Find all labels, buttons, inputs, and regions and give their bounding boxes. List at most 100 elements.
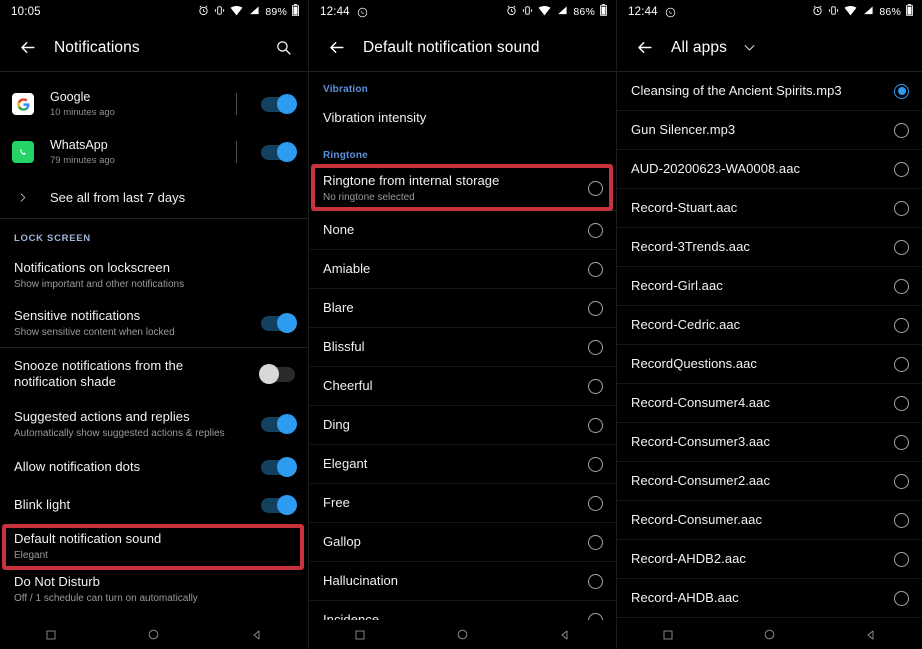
ringtone-row-blissful[interactable]: Blissful [309, 328, 616, 366]
radio-ringtone[interactable] [588, 456, 603, 472]
chevron-down-icon[interactable] [742, 40, 757, 55]
setting-notifications-on-lockscreen[interactable]: Notifications on lockscreen Show importa… [0, 251, 308, 299]
setting-default-notification-sound[interactable]: Default notification sound Elegant [0, 524, 308, 568]
ringtone-from-internal-storage[interactable]: Ringtone from internal storage No ringto… [309, 166, 616, 210]
alarm-icon [506, 3, 517, 21]
setting-toggle-dots[interactable] [261, 457, 297, 477]
google-icon [12, 93, 34, 115]
battery-icon [906, 3, 913, 21]
file-row-record-consumer4[interactable]: Record-Consumer4.aac [617, 384, 922, 422]
setting-toggle-snooze[interactable] [259, 364, 295, 384]
file-row-record-ahdb[interactable]: Record-AHDB.aac [617, 579, 922, 617]
file-name: RecordQuestions.aac [631, 356, 757, 371]
notification-texts: WhatsApp 79 minutes ago [50, 138, 236, 167]
radio-internal-storage[interactable] [588, 180, 603, 196]
recents-icon[interactable] [648, 629, 688, 641]
back-arrow-icon[interactable] [323, 35, 349, 61]
file-row-gun-silencer[interactable]: Gun Silencer.mp3 [617, 111, 922, 149]
radio-file-selected[interactable] [894, 83, 909, 99]
setting-toggle-suggested[interactable] [261, 414, 297, 434]
setting-vibration-intensity[interactable]: Vibration intensity [309, 102, 616, 134]
search-icon[interactable] [270, 35, 296, 61]
ringtone-row-hallucination[interactable]: Hallucination [309, 562, 616, 600]
ringtone-name: Blissful [323, 339, 365, 354]
radio-ringtone[interactable] [588, 222, 603, 238]
back-nav-icon[interactable] [237, 629, 277, 641]
ringtone-row-none[interactable]: None [309, 211, 616, 249]
radio-file[interactable] [894, 551, 909, 567]
setting-suggested-actions[interactable]: Suggested actions and replies Automatica… [0, 400, 308, 448]
radio-file[interactable] [894, 317, 909, 333]
radio-ringtone[interactable] [588, 534, 603, 550]
back-arrow-icon[interactable] [631, 35, 657, 61]
radio-ringtone[interactable] [588, 378, 603, 394]
ringtone-row-blare[interactable]: Blare [309, 289, 616, 327]
ringtone-row-free[interactable]: Free [309, 484, 616, 522]
setting-do-not-disturb[interactable]: Do Not Disturb Off / 1 schedule can turn… [0, 568, 308, 611]
file-row-record-cedric[interactable]: Record-Cedric.aac [617, 306, 922, 344]
radio-file[interactable] [894, 590, 909, 606]
back-arrow-icon[interactable] [14, 35, 40, 61]
notification-row-whatsapp[interactable]: WhatsApp 79 minutes ago [0, 128, 308, 176]
radio-file[interactable] [894, 356, 909, 372]
app-bar: Default notification sound [309, 24, 616, 71]
file-row-record-consumer3[interactable]: Record-Consumer3.aac [617, 423, 922, 461]
setting-toggle-blink[interactable] [261, 495, 297, 515]
radio-file[interactable] [894, 395, 909, 411]
battery-icon [600, 3, 607, 21]
radio-file[interactable] [894, 200, 909, 216]
ringtone-row-ding[interactable]: Ding [309, 406, 616, 444]
back-nav-icon[interactable] [545, 629, 585, 641]
setting-blink-light[interactable]: Blink light [0, 486, 308, 524]
file-row-record-3trends[interactable]: Record-3Trends.aac [617, 228, 922, 266]
notification-row-google[interactable]: Google 10 minutes ago [0, 80, 308, 128]
file-row-record-stuart[interactable]: Record-Stuart.aac [617, 189, 922, 227]
screenshot-root: 10:05 89% Notifications Google 10 minute… [0, 0, 922, 649]
setting-snooze-notifications[interactable]: Snooze notifications from the notificati… [0, 348, 308, 400]
file-row-record-consumer[interactable]: Record-Consumer.aac [617, 501, 922, 539]
radio-file[interactable] [894, 161, 909, 177]
setting-toggle-sensitive[interactable] [261, 313, 297, 333]
setting-allow-notification-dots[interactable]: Allow notification dots [0, 448, 308, 486]
file-row-recordquestions[interactable]: RecordQuestions.aac [617, 345, 922, 383]
setting-sensitive-notifications[interactable]: Sensitive notifications Show sensitive c… [0, 299, 308, 347]
radio-ringtone[interactable] [588, 417, 603, 433]
recents-icon[interactable] [31, 629, 71, 641]
file-row-record-girl[interactable]: Record-Girl.aac [617, 267, 922, 305]
setting-subtitle: Elegant [14, 549, 48, 561]
radio-ringtone[interactable] [588, 300, 603, 316]
vibrate-icon [828, 3, 839, 21]
radio-ringtone[interactable] [588, 495, 603, 511]
radio-ringtone[interactable] [588, 573, 603, 589]
see-all-last-7-days[interactable]: See all from last 7 days [0, 176, 308, 218]
file-row-record-ahdb2[interactable]: Record-AHDB2.aac [617, 540, 922, 578]
battery-percent: 86% [573, 6, 595, 18]
radio-file[interactable] [894, 239, 909, 255]
home-icon[interactable] [442, 628, 482, 641]
file-row-cleansing-of-the-ancient-spirits[interactable]: Cleansing of the Ancient Spirits.mp3 [617, 72, 922, 110]
ringtone-row-elegant[interactable]: Elegant [309, 445, 616, 483]
signal-icon [248, 3, 260, 21]
radio-file[interactable] [894, 278, 909, 294]
back-nav-icon[interactable] [851, 629, 891, 641]
file-row-record-consumer2[interactable]: Record-Consumer2.aac [617, 462, 922, 500]
ringtone-row-cheerful[interactable]: Cheerful [309, 367, 616, 405]
setting-subtitle: Show important and other notifications [14, 278, 185, 290]
ringtone-name: None [323, 222, 355, 237]
notification-toggle-whatsapp[interactable] [261, 142, 297, 162]
radio-ringtone[interactable] [588, 339, 603, 355]
radio-file[interactable] [894, 122, 909, 138]
home-icon[interactable] [749, 628, 789, 641]
radio-ringtone[interactable] [588, 261, 603, 277]
ringtone-row-gallop[interactable]: Gallop [309, 523, 616, 561]
notification-toggle-google[interactable] [261, 94, 297, 114]
home-icon[interactable] [134, 628, 174, 641]
radio-file[interactable] [894, 473, 909, 489]
ringtone-row-amiable[interactable]: Amiable [309, 250, 616, 288]
setting-title: Suggested actions and replies [14, 408, 190, 424]
recents-icon[interactable] [340, 629, 380, 641]
radio-file[interactable] [894, 434, 909, 450]
radio-file[interactable] [894, 512, 909, 528]
panel-default-notification-sound: 12:44 86% Default notification sound Vib… [308, 0, 616, 649]
file-row-aud-20200623-wa0008[interactable]: AUD-20200623-WA0008.aac [617, 150, 922, 188]
